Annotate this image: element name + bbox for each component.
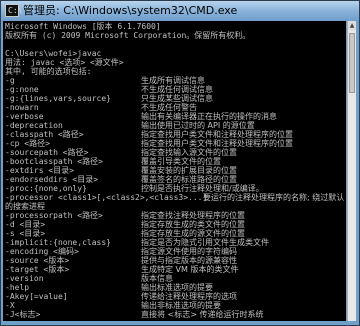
console-line: 其中, 可能的选项包括: <box>5 67 92 76</box>
window-title: 管理员: C:\Windows\system32\CMD.exe <box>23 4 238 17</box>
console-output[interactable]: Microsoft Windows [版本 6.1.7600] 版权所有 (c)… <box>3 21 346 321</box>
option-name: -J<标志> <box>5 310 41 319</box>
scroll-up-icon[interactable]: ▲ <box>348 21 356 30</box>
cmd-icon: C:\ <box>5 4 22 17</box>
scroll-thumb[interactable] <box>349 33 355 93</box>
option-description: 直接将 <标志> 传递给运行时系统 <box>141 310 264 319</box>
vertical-scrollbar[interactable]: ▲ <box>347 21 356 321</box>
console-line: 版权所有 (c) 2009 Microsoft Corporation。保留所有… <box>5 31 251 40</box>
option-description: 要运行的注释处理程序的名称; 绕过默认 <box>203 193 345 202</box>
title-bar[interactable]: C:\ 管理员: C:\Windows\system32\CMD.exe <box>1 1 359 21</box>
